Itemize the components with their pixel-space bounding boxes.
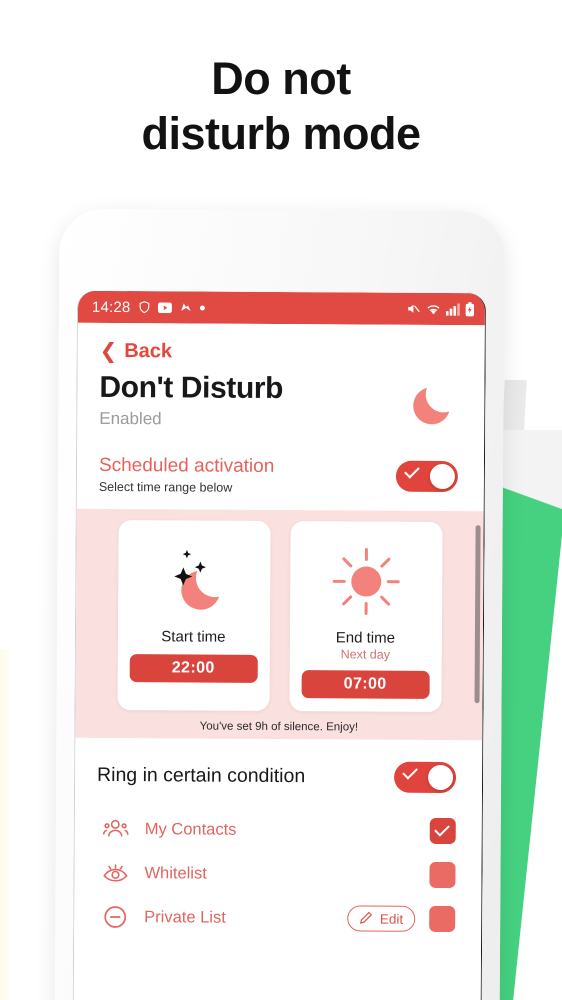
checkbox-my-contacts[interactable] xyxy=(429,817,456,845)
shield-icon xyxy=(137,300,150,314)
ring-condition-toggle[interactable] xyxy=(393,761,457,794)
edit-private-list-button[interactable]: Edit xyxy=(346,905,416,932)
page-title-row: Don't Disturb Enabled xyxy=(77,363,484,434)
moon-stars-icon xyxy=(152,534,235,626)
screen-body: ❮ Back Don't Disturb Enabled Scheduled a… xyxy=(73,322,485,1000)
headline-line-2: disturb mode xyxy=(141,107,421,159)
eye-icon xyxy=(102,861,136,885)
time-range-panel: Start time 22:00 End time Next day 07:00… xyxy=(75,508,484,741)
status-bar-right xyxy=(406,301,475,316)
checkbox-private-list[interactable] xyxy=(429,905,456,933)
checkbox-whitelist[interactable] xyxy=(429,861,456,889)
page-title-block: Don't Disturb Enabled xyxy=(99,371,283,430)
headline: Do not disturb mode xyxy=(0,52,562,162)
list-item-label: Whitelist xyxy=(144,863,207,883)
phone-screen: 14:28 ❮ Back Don't Disturb Enabled Sched… xyxy=(72,290,487,1000)
scrollbar-thumb[interactable] xyxy=(474,525,481,704)
contacts-icon xyxy=(102,817,137,841)
background-yellow-strip xyxy=(0,650,9,1000)
check-icon xyxy=(402,764,418,780)
ring-condition-row: Ring in certain condition xyxy=(75,738,482,809)
list-item-private-list[interactable]: Private List Edit xyxy=(74,895,481,941)
toggle-knob xyxy=(429,463,455,490)
start-time-label: Start time xyxy=(161,628,226,646)
mute-notification-icon xyxy=(178,300,192,314)
status-time: 14:28 xyxy=(91,298,131,316)
edit-label: Edit xyxy=(379,911,404,927)
scheduled-activation-subtitle: Select time range below xyxy=(98,479,233,495)
end-time-sublabel: Next day xyxy=(340,647,391,662)
check-icon xyxy=(404,463,420,479)
end-time-value[interactable]: 07:00 xyxy=(301,670,430,699)
battery-charging-icon xyxy=(465,301,475,317)
wifi-icon xyxy=(426,302,441,315)
page-title: Don't Disturb xyxy=(99,370,284,406)
scheduled-activation-toggle[interactable] xyxy=(395,460,459,493)
screenshot-stage: Do not disturb mode 14:28 ❮ Back Don't D… xyxy=(0,0,562,1000)
list-item-label: Private List xyxy=(144,907,226,927)
start-time-card[interactable]: Start time 22:00 xyxy=(116,520,271,711)
scheduled-activation-row: Scheduled activation Select time range b… xyxy=(77,432,484,511)
end-time-card[interactable]: End time Next day 07:00 xyxy=(288,521,443,712)
back-button[interactable]: ❮ Back xyxy=(78,323,485,365)
ring-condition-title: Ring in certain condition xyxy=(97,763,306,788)
end-time-label: End time xyxy=(335,629,396,647)
minus-circle-icon xyxy=(102,904,136,930)
pencil-icon xyxy=(359,910,373,927)
time-cards: Start time 22:00 End time Next day 07:00 xyxy=(75,520,483,712)
scheduled-activation-text: Scheduled activation Select time range b… xyxy=(99,455,275,495)
toggle-knob xyxy=(427,764,454,791)
status-bar-left: 14:28 xyxy=(92,298,406,317)
chevron-left-icon: ❮ xyxy=(99,339,118,364)
sun-icon xyxy=(327,535,404,627)
list-item-whitelist[interactable]: Whitelist xyxy=(74,851,481,897)
schedule-note: You've set 9h of silence. Enjoy! xyxy=(199,720,359,734)
youtube-icon xyxy=(157,302,172,313)
scheduled-activation-title: Scheduled activation xyxy=(98,454,275,477)
back-label: Back xyxy=(124,340,173,363)
list-item-label: My Contacts xyxy=(144,819,237,839)
status-bar: 14:28 xyxy=(77,290,486,326)
dot-icon xyxy=(199,305,205,311)
crescent-moon-icon xyxy=(408,379,458,434)
list-item-my-contacts[interactable]: My Contacts xyxy=(75,807,482,853)
page-subtitle: Enabled xyxy=(99,408,162,429)
signal-bars-icon xyxy=(445,302,460,316)
headline-line-1: Do not xyxy=(211,53,351,104)
start-time-value[interactable]: 22:00 xyxy=(129,654,258,683)
volume-muted-icon xyxy=(406,302,421,316)
phone-mockup: 14:28 ❮ Back Don't Disturb Enabled Sched… xyxy=(54,208,505,1000)
